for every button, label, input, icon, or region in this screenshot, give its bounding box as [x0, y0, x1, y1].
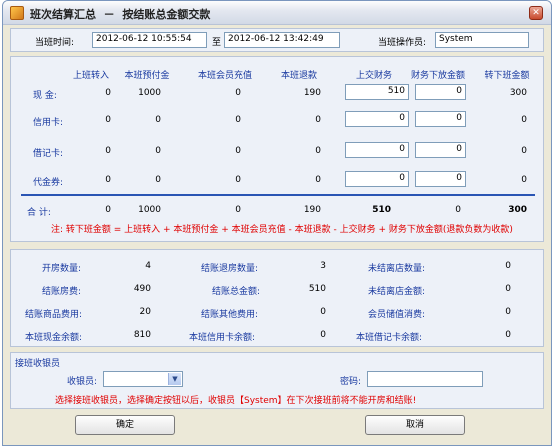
- debit-member-topup: 0: [235, 146, 241, 156]
- stat-label-credit-balance: 本班信用卡余额:: [189, 333, 256, 343]
- window-title: 班次结算汇总 － 按结账总金额交款: [30, 8, 211, 21]
- header-prepay: 本班预付金: [124, 71, 170, 81]
- settlement-table-panel: 上班转入 本班预付金 本班会员充值 本班退款 上交财务 财务下放金额 转下班金额…: [10, 56, 544, 242]
- password-label: 密码:: [340, 377, 362, 387]
- stat-label-checkout-count: 结账退房数量:: [201, 264, 259, 274]
- cash-carry-out: 300: [509, 88, 527, 98]
- credit-prepay: 0: [155, 115, 161, 125]
- stat-value-cash-balance: 810: [133, 330, 151, 340]
- end-time-field[interactable]: 2012-06-12 13:42:49: [224, 32, 340, 48]
- total-carry-in: 0: [105, 205, 111, 215]
- voucher-finance-out-input[interactable]: 0: [415, 171, 466, 187]
- cash-member-topup: 0: [235, 88, 241, 98]
- cash-finance-out-input[interactable]: 0: [415, 84, 466, 100]
- header-member-topup: 本班会员充值: [197, 71, 252, 81]
- cash-to-finance-input[interactable]: 510: [345, 84, 409, 100]
- total-prepay: 1000: [138, 205, 161, 215]
- shift-time-panel: 当班时间: 2012-06-12 10:55:54 至 2012-06-12 1…: [10, 28, 544, 52]
- header-finance-out: 财务下放金额: [410, 71, 465, 81]
- stat-label-checkout-total: 结账总金额:: [212, 287, 261, 297]
- start-time-field[interactable]: 2012-06-12 10:55:54: [92, 32, 207, 48]
- credit-finance-out-input[interactable]: 0: [415, 111, 466, 127]
- header-refund: 本班退款: [280, 71, 317, 81]
- handover-panel: 接班收银员 收银员: ▼ 密码: 选择接班收银员，选择确定按钮以后，收银员【Sy…: [10, 352, 544, 409]
- voucher-member-topup: 0: [235, 175, 241, 185]
- stat-value-debit-balance: 0: [505, 330, 511, 340]
- cash-carry-in: 0: [105, 88, 111, 98]
- handover-warning: 选择接班收银员，选择确定按钮以后，收银员【System】在下次接班前将不能开房和…: [55, 396, 417, 406]
- credit-refund: 0: [315, 115, 321, 125]
- row-label-debit-card: 借记卡:: [33, 149, 64, 159]
- credit-to-finance-input[interactable]: 0: [345, 111, 409, 127]
- stat-label-cash-balance: 本班现金余额:: [25, 333, 83, 343]
- ok-button[interactable]: 确定: [75, 415, 175, 435]
- stat-label-goods-fee: 结账商品费用:: [25, 310, 83, 320]
- header-to-finance: 上交财务: [355, 71, 392, 81]
- close-button[interactable]: ✕: [529, 6, 543, 20]
- formula-note: 注: 转下班金额 = 上班转入 + 本班预付金 + 本班会员充值 - 本班退款 …: [51, 225, 513, 235]
- stat-label-room-fee: 结账房费:: [42, 287, 82, 297]
- title-bar: 班次结算汇总 － 按结账总金额交款 ✕: [3, 1, 551, 25]
- stat-label-unsettled-count: 未结离店数量:: [368, 264, 426, 274]
- stat-value-room-fee: 490: [133, 284, 151, 294]
- total-carry-out: 300: [508, 205, 527, 215]
- total-divider: [21, 194, 535, 196]
- voucher-carry-out: 0: [521, 175, 527, 185]
- voucher-to-finance-input[interactable]: 0: [345, 171, 409, 187]
- app-icon: [10, 6, 24, 20]
- stat-label-member-stored-spend: 会员储值消费:: [368, 310, 426, 320]
- stat-value-checkout-total: 510: [308, 284, 326, 294]
- debit-carry-out: 0: [521, 146, 527, 156]
- cash-prepay: 1000: [138, 88, 161, 98]
- total-finance-out: 0: [455, 205, 461, 215]
- stat-label-other-fee: 结账其他费用:: [201, 310, 259, 320]
- header-carry-out: 转下班金额: [484, 71, 530, 81]
- debit-to-finance-input[interactable]: 0: [345, 142, 409, 158]
- voucher-refund: 0: [315, 175, 321, 185]
- stat-value-other-fee: 0: [320, 307, 326, 317]
- total-label: 合 计:: [27, 208, 51, 218]
- stat-label-debit-balance: 本班借记卡余额:: [356, 333, 423, 343]
- stat-label-unsettled-amount: 未结离店金额:: [368, 287, 426, 297]
- total-member-topup: 0: [235, 205, 241, 215]
- operator-label: 当班操作员:: [378, 38, 427, 48]
- cash-refund: 190: [303, 88, 321, 98]
- cancel-button[interactable]: 取消: [365, 415, 465, 435]
- stat-value-rooms-opened: 4: [145, 261, 151, 271]
- header-carry-in: 上班转入: [72, 71, 109, 81]
- debit-prepay: 0: [155, 146, 161, 156]
- stat-value-unsettled-amount: 0: [505, 284, 511, 294]
- debit-finance-out-input[interactable]: 0: [415, 142, 466, 158]
- to-label: 至: [212, 38, 222, 48]
- chevron-down-icon[interactable]: ▼: [168, 373, 181, 385]
- stat-value-member-stored-spend: 0: [505, 307, 511, 317]
- stat-value-goods-fee: 20: [139, 307, 151, 317]
- stat-label-rooms-opened: 开房数量:: [42, 264, 82, 274]
- credit-member-topup: 0: [235, 115, 241, 125]
- total-to-finance: 510: [372, 205, 391, 215]
- shift-time-label: 当班时间:: [35, 38, 75, 48]
- password-field[interactable]: [367, 371, 483, 387]
- statistics-panel: 开房数量: 4 结账退房数量: 3 未结离店数量: 0 结账房费: 490 结账…: [10, 249, 544, 347]
- debit-carry-in: 0: [105, 146, 111, 156]
- cashier-label: 收银员:: [67, 377, 98, 387]
- voucher-prepay: 0: [155, 175, 161, 185]
- credit-carry-out: 0: [521, 115, 527, 125]
- row-label-voucher: 代金券:: [33, 178, 64, 188]
- stat-value-unsettled-count: 0: [505, 261, 511, 271]
- shift-settlement-window: 班次结算汇总 － 按结账总金额交款 ✕ 当班时间: 2012-06-12 10:…: [2, 0, 552, 446]
- row-label-cash: 现 金:: [33, 91, 57, 101]
- cashier-select[interactable]: ▼: [103, 371, 183, 387]
- stat-value-checkout-count: 3: [320, 261, 326, 271]
- voucher-carry-in: 0: [105, 175, 111, 185]
- total-refund: 190: [303, 205, 321, 215]
- credit-carry-in: 0: [105, 115, 111, 125]
- row-label-credit-card: 信用卡:: [33, 118, 64, 128]
- operator-field[interactable]: System: [435, 32, 529, 48]
- stat-value-credit-balance: 0: [320, 330, 326, 340]
- debit-refund: 0: [315, 146, 321, 156]
- handover-group-label: 接班收银员: [15, 359, 61, 369]
